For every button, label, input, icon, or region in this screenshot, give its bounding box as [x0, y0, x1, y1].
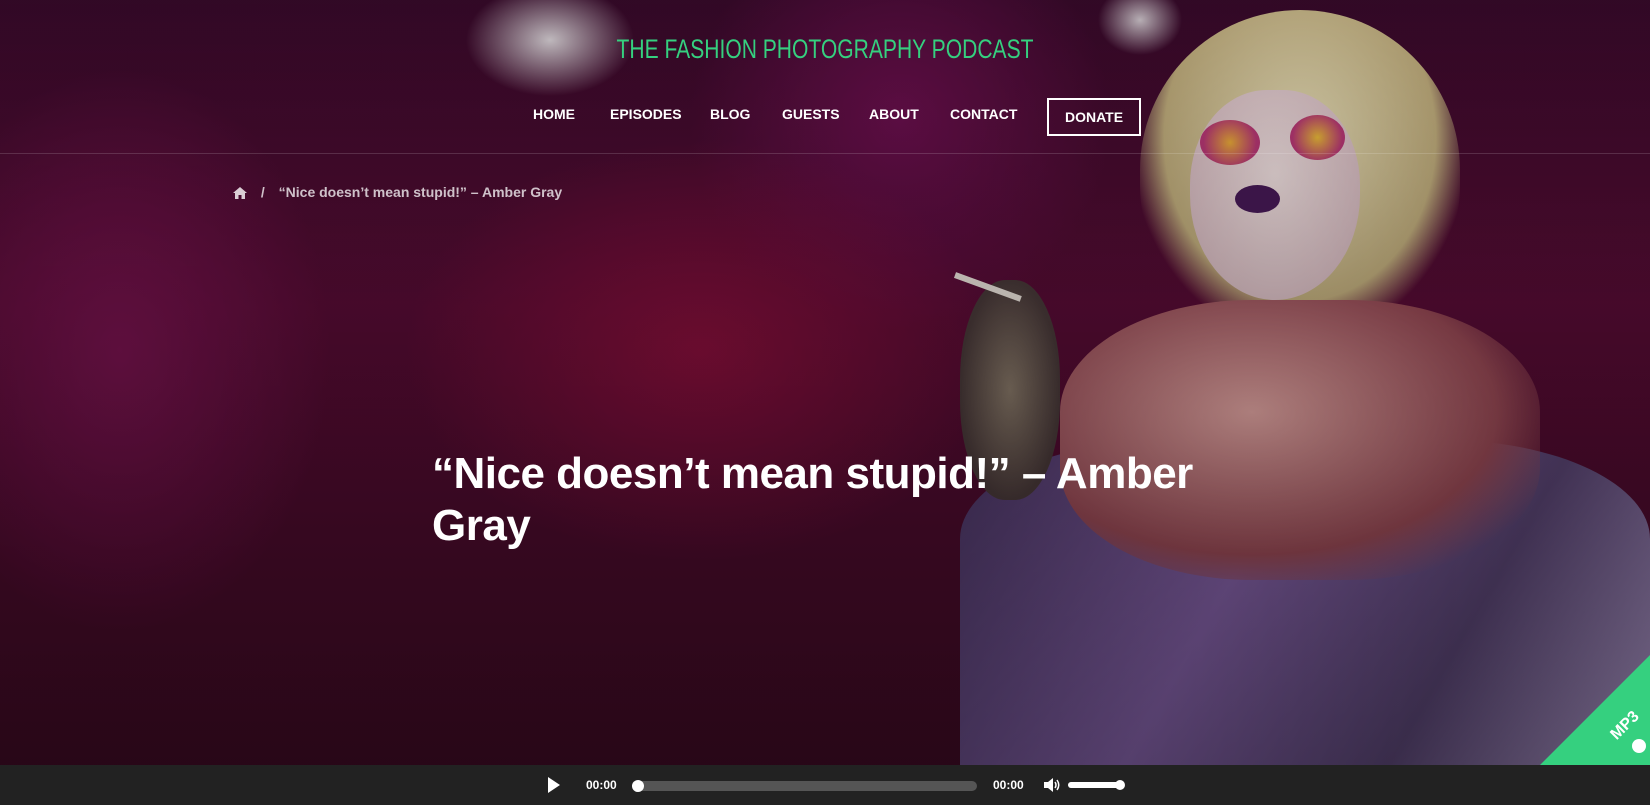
breadcrumb-current: “Nice doesn’t mean stupid!” – Amber Gray	[278, 184, 563, 200]
nav-home[interactable]: HOME	[533, 93, 575, 135]
play-icon[interactable]	[548, 777, 560, 793]
header-divider	[0, 153, 1650, 154]
home-icon[interactable]	[233, 187, 247, 200]
nav-blog[interactable]: BLOG	[710, 93, 750, 135]
nav-guests[interactable]: GUESTS	[782, 93, 840, 135]
progress-handle[interactable]	[632, 780, 644, 792]
audio-player: 00:00 00:00	[0, 765, 1650, 805]
donate-button[interactable]: DONATE	[1047, 98, 1142, 136]
nav-episodes[interactable]: EPISODES	[610, 93, 682, 135]
site-title[interactable]: THE FASHION PHOTOGRAPHY PODCAST	[182, 34, 1469, 65]
page-title: “Nice doesn’t mean stupid!” – Amber Gray	[432, 449, 1193, 550]
download-icon	[1632, 739, 1646, 753]
volume-fill	[1068, 782, 1120, 788]
nav-about[interactable]: ABOUT	[869, 93, 919, 135]
volume-icon[interactable]	[1044, 777, 1062, 793]
duration: 00:00	[993, 778, 1024, 792]
volume-handle[interactable]	[1115, 780, 1125, 790]
breadcrumb: / “Nice doesn’t mean stupid!” – Amber Gr…	[233, 182, 562, 202]
current-time: 00:00	[586, 778, 617, 792]
volume-slider[interactable]	[1068, 780, 1125, 790]
progress-bar[interactable]	[632, 780, 977, 792]
breadcrumb-separator: /	[260, 184, 265, 200]
mp3-download-ribbon: MP3	[1540, 655, 1650, 765]
nav-contact[interactable]: CONTACT	[950, 93, 1017, 135]
